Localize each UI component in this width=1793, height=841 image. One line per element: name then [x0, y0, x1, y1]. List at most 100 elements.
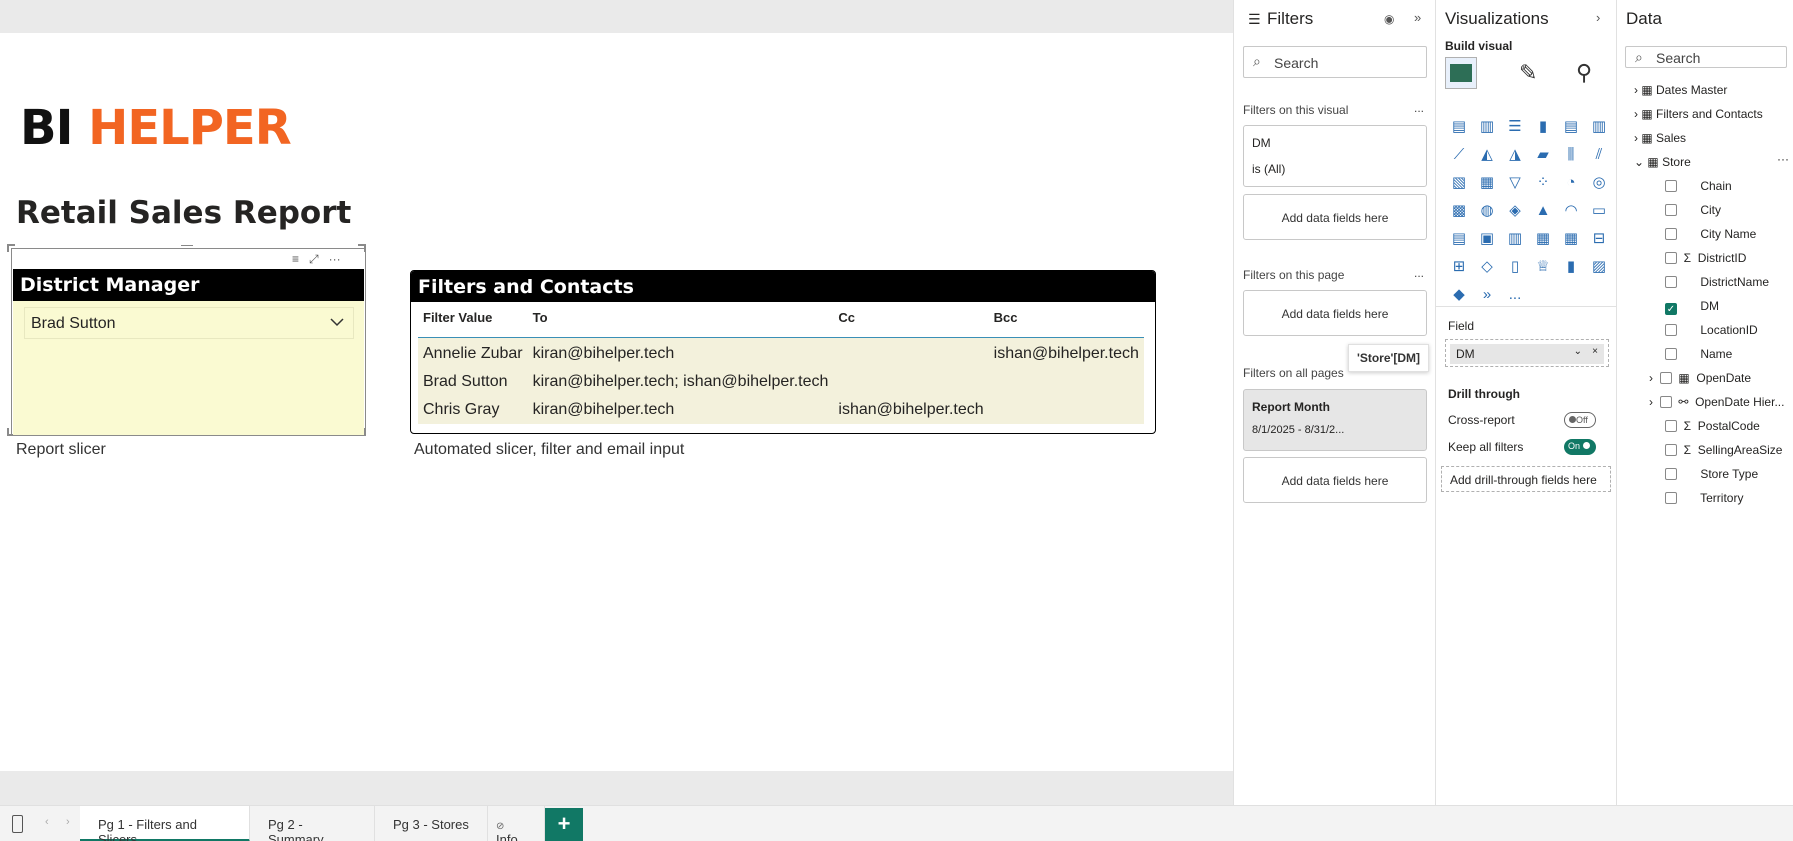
report-month-filter-card[interactable]: Report Month 8/1/2025 - 8/31/2...: [1243, 389, 1427, 451]
field-dm[interactable]: ✓ DM: [1665, 299, 1719, 315]
column-header[interactable]: Filter Value: [418, 306, 528, 338]
column-100-icon[interactable]: ▥: [1585, 112, 1613, 140]
build-visual-tab[interactable]: [1445, 57, 1477, 89]
prev-page-icon[interactable]: ‹: [45, 816, 49, 828]
decomposition-tree-icon[interactable]: ⊞: [1445, 252, 1473, 280]
filled-map-icon[interactable]: ◈: [1501, 196, 1529, 224]
filters-search-input[interactable]: ⌕ Search: [1243, 46, 1427, 78]
table-row[interactable]: Annelie Zubar kiran@bihelper.tech ishan@…: [418, 337, 1144, 368]
cross-report-toggle[interactable]: Off: [1564, 412, 1596, 428]
area-100-icon[interactable]: ▰: [1529, 140, 1557, 168]
tab-pg3-stores[interactable]: Pg 3 - Stores: [375, 806, 488, 841]
pie-icon[interactable]: ◔: [1557, 168, 1585, 196]
field-name[interactable]: Name: [1665, 347, 1732, 361]
tab-info[interactable]: ⊘ Info: [488, 806, 545, 841]
more-options-icon[interactable]: ···: [329, 252, 341, 267]
collapse-pane-icon[interactable]: »: [1414, 10, 1421, 25]
format-visual-icon[interactable]: ✎: [1519, 60, 1537, 86]
resize-handle[interactable]: [7, 244, 15, 252]
tab-pg2-summary[interactable]: Pg 2 - Summary: [250, 806, 375, 841]
field-city-name[interactable]: City Name: [1665, 227, 1756, 241]
power-apps-icon[interactable]: ◆: [1445, 280, 1473, 308]
key-influencers-icon[interactable]: ⊟: [1585, 224, 1613, 252]
field-postalcode[interactable]: Σ PostalCode: [1665, 419, 1760, 433]
qa-icon[interactable]: ◇: [1473, 252, 1501, 280]
paginated-report-icon[interactable]: ▮: [1557, 252, 1585, 280]
filters-contacts-table[interactable]: Filters and Contacts Filter Value To Cc …: [410, 270, 1156, 434]
treemap-icon[interactable]: ▩: [1445, 196, 1473, 224]
mobile-layout-icon[interactable]: [12, 815, 23, 833]
field-districtid[interactable]: Σ DistrictID: [1665, 251, 1746, 265]
add-all-pages-filter-field[interactable]: Add data fields here: [1243, 457, 1427, 503]
field-sellingareasize[interactable]: Σ SellingAreaSize: [1665, 443, 1782, 457]
narrative-icon[interactable]: ▯: [1501, 252, 1529, 280]
clustered-column-icon[interactable]: ▮: [1529, 112, 1557, 140]
add-drill-through-field[interactable]: Add drill-through fields here: [1441, 466, 1611, 492]
field-chain[interactable]: Chain: [1665, 179, 1732, 193]
slicer-icon[interactable]: ▥: [1501, 224, 1529, 252]
line-clustered-icon[interactable]: ⫽: [1585, 140, 1613, 168]
azure-map-icon[interactable]: ▲: [1529, 196, 1557, 224]
table-row[interactable]: Brad Sutton kiran@bihelper.tech; ishan@b…: [418, 368, 1144, 396]
line-column-icon[interactable]: ⫼: [1557, 140, 1585, 168]
goals-icon[interactable]: ♕: [1529, 252, 1557, 280]
table-store[interactable]: ⌄ ▦ Store: [1634, 155, 1691, 169]
chevron-down-icon[interactable]: ⌄: [1574, 346, 1582, 357]
power-automate-icon[interactable]: »: [1473, 280, 1501, 308]
map-icon[interactable]: ◍: [1473, 196, 1501, 224]
field-opendate-hierarchy[interactable]: › ⚯ OpenDate Hier...: [1649, 395, 1784, 409]
table-filters-contacts[interactable]: › ▦ Filters and Contacts: [1634, 107, 1763, 121]
column-header[interactable]: Bcc: [988, 306, 1144, 338]
table-row[interactable]: Chris Gray kiran@bihelper.tech ishan@bih…: [418, 396, 1144, 424]
filter-icon[interactable]: ≡: [292, 252, 299, 267]
add-page-button[interactable]: +: [545, 808, 583, 841]
table-sales[interactable]: › ▦ Sales: [1634, 131, 1686, 145]
more-options-icon[interactable]: ...: [1414, 266, 1424, 280]
add-page-filter-field[interactable]: Add data fields here: [1243, 290, 1427, 336]
field-pill[interactable]: DM ⌄ ×: [1450, 344, 1604, 364]
keep-all-filters-toggle[interactable]: On: [1564, 439, 1596, 455]
card-icon[interactable]: ▭: [1585, 196, 1613, 224]
table-icon[interactable]: ▦: [1529, 224, 1557, 252]
stacked-bar-icon[interactable]: ▤: [1445, 112, 1473, 140]
r-visual-icon[interactable]: ▨: [1585, 252, 1613, 280]
slicer-dropdown[interactable]: Brad Sutton: [24, 307, 354, 339]
multirow-card-icon[interactable]: ▤: [1445, 224, 1473, 252]
column-header[interactable]: Cc: [833, 306, 989, 338]
field-territory[interactable]: Territory: [1665, 491, 1743, 505]
waterfall-icon[interactable]: ▦: [1473, 168, 1501, 196]
more-options-icon[interactable]: ...: [1414, 101, 1424, 115]
kpi-icon[interactable]: ▣: [1473, 224, 1501, 252]
table-dates-master[interactable]: › ▦ Dates Master: [1634, 83, 1727, 97]
column-header[interactable]: To: [527, 306, 834, 338]
field-city[interactable]: City: [1665, 203, 1721, 217]
dm-filter-card[interactable]: DM is (All): [1243, 125, 1427, 187]
drag-grip-icon[interactable]: [181, 245, 193, 249]
more-options-icon[interactable]: ···: [1777, 152, 1789, 166]
stacked-area-icon[interactable]: ◮: [1501, 140, 1529, 168]
collapse-pane-icon[interactable]: ›: [1596, 10, 1600, 25]
next-page-icon[interactable]: ›: [66, 816, 70, 828]
add-visual-filter-field[interactable]: Add data fields here: [1243, 194, 1427, 240]
field-locationid[interactable]: LocationID: [1665, 323, 1758, 337]
scatter-icon[interactable]: ⁘: [1529, 168, 1557, 196]
tab-pg1-filters-slicers[interactable]: Pg 1 - Filters and Slicers: [80, 806, 250, 841]
more-visuals-icon[interactable]: ...: [1501, 280, 1529, 308]
line-chart-icon[interactable]: ⟋: [1445, 140, 1473, 168]
bar-100-icon[interactable]: ▤: [1557, 112, 1585, 140]
clustered-bar-icon[interactable]: ☰: [1501, 112, 1529, 140]
ribbon-chart-icon[interactable]: ▧: [1445, 168, 1473, 196]
resize-handle[interactable]: [358, 244, 366, 252]
field-well[interactable]: DM ⌄ ×: [1445, 339, 1609, 367]
focus-mode-icon[interactable]: ⤢: [309, 252, 319, 267]
close-icon[interactable]: ×: [1592, 346, 1598, 357]
field-store-type[interactable]: Store Type: [1665, 467, 1758, 481]
analytics-icon[interactable]: ⚲: [1576, 60, 1592, 86]
field-opendate[interactable]: › ▦ OpenDate: [1649, 371, 1751, 385]
funnel-icon[interactable]: ▽: [1501, 168, 1529, 196]
stacked-column-icon[interactable]: ▥: [1473, 112, 1501, 140]
gauge-icon[interactable]: ◠: [1557, 196, 1585, 224]
donut-icon[interactable]: ◎: [1585, 168, 1613, 196]
matrix-icon[interactable]: ▦: [1557, 224, 1585, 252]
field-districtname[interactable]: DistrictName: [1665, 275, 1769, 289]
